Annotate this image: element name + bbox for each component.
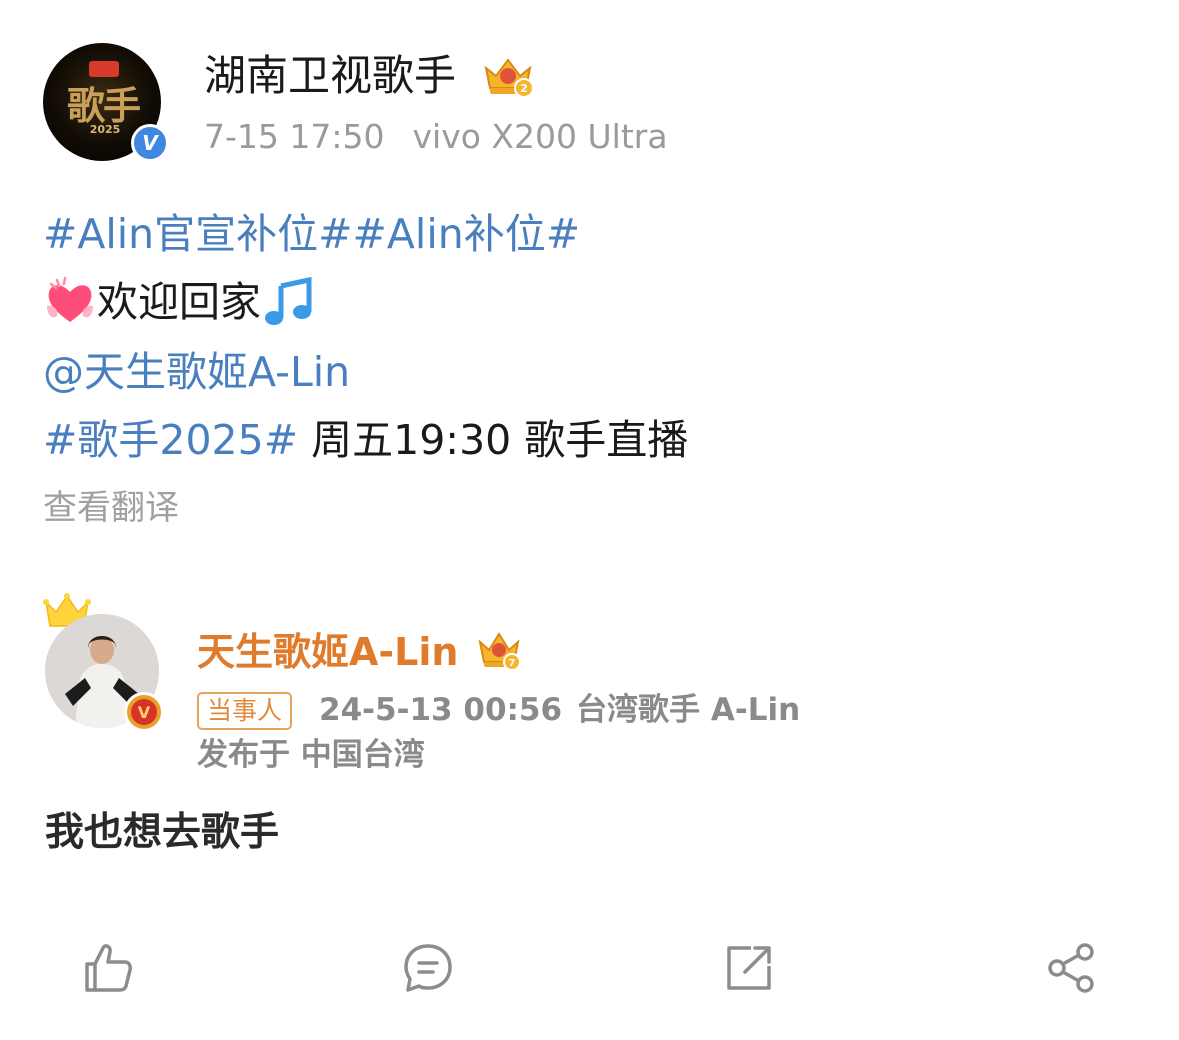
crown-level-2-icon[interactable]: 2	[480, 54, 536, 100]
avatar-year: 2025	[89, 123, 121, 136]
comment-button[interactable]	[398, 938, 458, 998]
like-button[interactable]	[77, 938, 137, 998]
post-time: 7-15 17:50	[204, 117, 385, 156]
topic-line: #歌手2025# 周五19:30 歌手直播	[43, 414, 688, 466]
crown-level-7-icon[interactable]: 7	[476, 628, 522, 674]
growing-heart-icon	[47, 276, 93, 322]
blue-v-icon: V	[131, 124, 169, 162]
post-device[interactable]: vivo X200 Ultra	[413, 117, 668, 156]
svg-text:2: 2	[520, 82, 528, 95]
thumbs-up-icon	[85, 944, 132, 992]
comment-icon	[404, 944, 452, 992]
involved-party-tag: 当事人	[197, 692, 293, 730]
music-note-icon	[265, 276, 312, 325]
topic-text: 周五19:30 歌手直播	[311, 416, 689, 464]
quoted-description: 台湾歌手 A-Lin	[576, 692, 801, 728]
post-meta: 7-15 17:50 vivo X200 Ultra	[204, 116, 668, 158]
quoted-meta: 24-5-13 00:56 台湾歌手 A-Lin	[319, 689, 800, 731]
welcome-text: 欢迎回家	[97, 278, 261, 326]
quoted-time: 24-5-13 00:56	[319, 692, 563, 728]
repost-button[interactable]	[719, 938, 779, 998]
repost-icon	[727, 946, 771, 990]
quoted-location: 发布于 中国台湾	[197, 737, 425, 773]
orange-v-icon: V	[124, 692, 164, 732]
welcome-line: 欢迎回家	[43, 276, 317, 328]
avatar-title: 歌手	[66, 83, 141, 128]
quoted-text[interactable]: 我也想去歌手	[45, 808, 279, 858]
hashtag-line[interactable]: #Alin官宣补位##Alin补位#	[43, 208, 580, 260]
topic-hashtag[interactable]: #歌手2025#	[43, 416, 298, 464]
translate-link[interactable]: 查看翻译	[43, 486, 179, 530]
mention-link[interactable]: @天生歌姬A-Lin	[43, 346, 350, 398]
share-icon	[1048, 943, 1094, 993]
svg-text:7: 7	[509, 658, 516, 669]
quoted-author-name[interactable]: 天生歌姬A-Lin	[197, 628, 458, 676]
share-button[interactable]	[1041, 938, 1101, 998]
author-name[interactable]: 湖南卫视歌手	[204, 50, 456, 102]
